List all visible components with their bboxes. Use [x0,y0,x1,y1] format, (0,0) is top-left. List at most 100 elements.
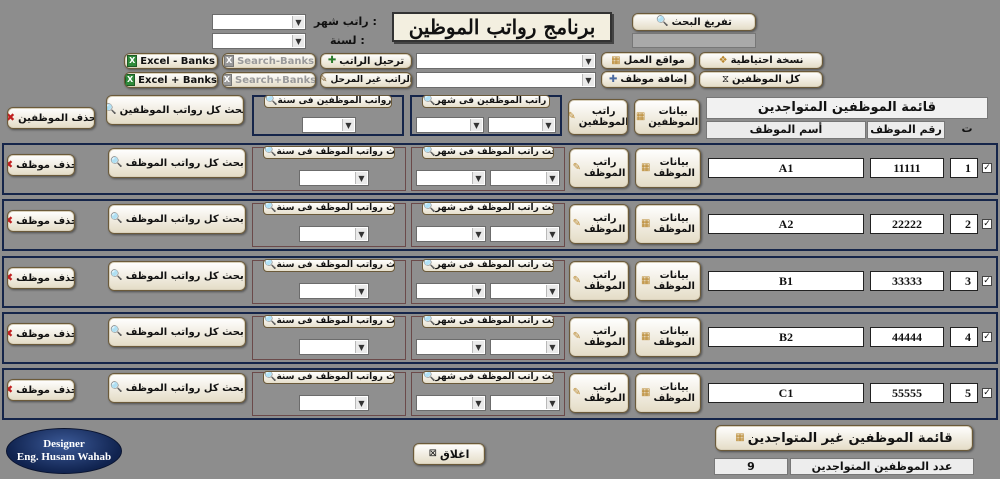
employee-salary-button[interactable]: ✎ راتب الموظف [569,261,629,301]
employee-number[interactable]: 2 [950,214,978,234]
search-employee-month-caption[interactable]: 🔍بحث راتب الموظف فى شهر [422,371,554,384]
employee-salary-button[interactable]: ✎ راتب الموظف [569,148,629,188]
search-employee-month-group: 🔍بحث راتب الموظف فى شهر ▼ ▼ [411,146,565,191]
search-banks-plus-button[interactable]: X Search+Banks [222,72,316,88]
employee-name[interactable]: B2 [708,327,864,347]
row-checkbox[interactable]: ✓ [982,332,992,342]
search-employee-year-caption[interactable]: 🔍بحث رواتب الموظف فى سنة [263,371,395,384]
month-label: راتب شهر : [314,15,377,28]
employee-id[interactable]: 44444 [870,327,944,347]
employee-id[interactable]: 33333 [870,271,944,291]
year-select[interactable]: ▼ [212,33,306,49]
month-combo[interactable]: ▼ [416,117,484,133]
chevron-down-icon: ▼ [292,16,304,28]
year-combo[interactable]: ▼ [490,226,560,242]
year-combo[interactable]: ▼ [299,170,369,186]
year-combo[interactable]: ▼ [299,283,369,299]
all-employees-button[interactable]: ⧖ كل الموظفين [699,71,823,88]
employee-number[interactable]: 4 [950,327,978,347]
month-combo[interactable]: ▼ [416,170,486,186]
delete-employee-button[interactable]: ✖حذف موظف [7,154,75,176]
transfer-salary-button[interactable]: ✚ ترحيل الراتب [320,53,412,69]
search-employee-all-button[interactable]: 🔍 بحث كل رواتب الموظف [108,317,246,347]
search-employee-month-caption[interactable]: 🔍بحث راتب الموظف فى شهر [422,315,554,328]
excel-banks-plus-button[interactable]: X Excel + Banks [124,72,218,88]
search-employee-all-button[interactable]: 🔍 بحث كل رواتب الموظف [108,261,246,291]
year-combo[interactable]: ▼ [302,117,356,133]
search-banks-minus-button[interactable]: X Search-Banks [222,53,316,69]
year-combo[interactable]: ▼ [299,339,369,355]
year-combo[interactable]: ▼ [488,117,556,133]
employee-id[interactable]: 55555 [870,383,944,403]
employee-salary-button[interactable]: ✎ راتب الموظف [569,317,629,357]
year-combo[interactable]: ▼ [490,395,560,411]
search-employee-year-caption[interactable]: 🔍بحث رواتب الموظف فى سنة [263,146,395,159]
search-employee-year-group: 🔍بحث رواتب الموظف فى سنة ▼ [252,371,406,416]
clear-search-button[interactable]: 🔍 تفريغ البحث [632,13,756,31]
employee-name[interactable]: B1 [708,271,864,291]
month-combo[interactable]: ▼ [416,283,486,299]
employee-data-button[interactable]: ▦ بيانات الموظف [635,317,701,357]
search-all-salaries-button[interactable]: 🔍بحث كل رواتب الموظفين [106,95,244,125]
month-select[interactable]: ▼ [212,14,306,30]
excel-banks-minus-button[interactable]: X Excel - Banks [124,53,218,69]
year-combo[interactable]: ▼ [490,339,560,355]
close-button[interactable]: ⊠ اغلاق [413,443,485,465]
delete-employees-button[interactable]: ✖حذف الموظفين [7,107,95,129]
row-checkbox[interactable]: ✓ [982,163,992,173]
month-combo[interactable]: ▼ [416,339,486,355]
employee-data-button[interactable]: ▦ بيانات الموظف [635,204,701,244]
employee-select[interactable]: ▼ [416,72,596,88]
employee-id[interactable]: 22222 [870,214,944,234]
search-employee-month-caption[interactable]: 🔍بحث راتب الموظف فى شهر [422,146,554,159]
search-employee-year-caption[interactable]: 🔍بحث رواتب الموظف فى سنة [263,315,395,328]
table-icon: ▦ [735,432,745,443]
search-employee-year-caption[interactable]: 🔍بحث رواتب الموظف فى سنة [263,202,395,215]
year-combo[interactable]: ▼ [490,283,560,299]
add-employee-button[interactable]: ✚ إضافة موظف [601,71,695,88]
search-employee-month-caption[interactable]: 🔍بحث راتب الموظف فى شهر [422,259,554,272]
search-employee-all-button[interactable]: 🔍 بحث كل رواتب الموظف [108,148,246,178]
delete-employee-button[interactable]: ✖حذف موظف [7,323,75,345]
employee-number[interactable]: 5 [950,383,978,403]
month-combo[interactable]: ▼ [416,395,486,411]
employee-data-button[interactable]: ▦ بيانات الموظف [635,373,701,413]
employee-salary-button[interactable]: ✎ راتب الموظف [569,373,629,413]
employees-data-button[interactable]: ▦ بيانات الموظفين [634,99,700,135]
work-sites-button[interactable]: ▦ مواقع العمل [601,52,695,69]
delete-employee-button[interactable]: ✖حذف موظف [7,379,75,401]
row-checkbox[interactable]: ✓ [982,388,992,398]
search-icon: 🔍 [110,326,123,337]
employee-number[interactable]: 3 [950,271,978,291]
search-employee-all-button[interactable]: 🔍 بحث كل رواتب الموظف [108,373,246,403]
search-month-caption[interactable]: 🔍بحث راتب الموظفين فى شهر [422,95,550,108]
work-site-select[interactable]: ▼ [416,53,596,69]
salary-non-present-button[interactable]: ✎الراتب غير المرحل [320,72,412,88]
employee-data-button[interactable]: ▦ بيانات الموظف [635,261,701,301]
search-employee-year-caption[interactable]: 🔍بحث رواتب الموظف فى سنة [263,259,395,272]
employee-number[interactable]: 1 [950,158,978,178]
non-present-list-button[interactable]: ▦ قائمة الموظفين غير المتواجدين [715,425,973,451]
search-year-caption[interactable]: 🔍بحث رواتب الموظفين فى سنة [264,95,392,108]
employee-name[interactable]: A2 [708,214,864,234]
search-employee-all-button[interactable]: 🔍 بحث كل رواتب الموظف [108,204,246,234]
year-combo[interactable]: ▼ [490,170,560,186]
employee-salary-button[interactable]: ✎ راتب الموظف [569,204,629,244]
row-checkbox[interactable]: ✓ [982,276,992,286]
row-checkbox[interactable]: ✓ [982,219,992,229]
employee-name[interactable]: A1 [708,158,864,178]
col-num-header: ت [961,122,973,135]
year-combo[interactable]: ▼ [299,226,369,242]
search-employee-month-caption[interactable]: 🔍بحث راتب الموظف فى شهر [422,202,554,215]
employee-name[interactable]: C1 [708,383,864,403]
delete-employee-label: حذف موظف [16,159,75,171]
year-combo[interactable]: ▼ [299,395,369,411]
employees-salary-button[interactable]: ✎ راتب الموظفين [568,99,628,135]
delete-employee-button[interactable]: ✖حذف موظف [7,210,75,232]
backup-button[interactable]: ❖ نسخة احتياطية [699,52,823,69]
delete-employee-button[interactable]: ✖حذف موظف [7,267,75,289]
month-combo[interactable]: ▼ [416,226,486,242]
employee-id[interactable]: 11111 [870,158,944,178]
search-employee-year-label: بحث رواتب الموظف فى سنة [276,203,395,213]
employee-data-button[interactable]: ▦ بيانات الموظف [635,148,701,188]
